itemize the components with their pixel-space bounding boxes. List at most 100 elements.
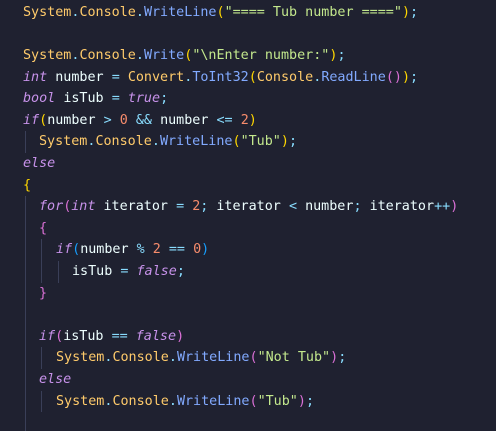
token-variable: number xyxy=(160,112,209,128)
token-keyword: false xyxy=(136,264,177,279)
token-method: ReadLine xyxy=(321,69,386,85)
indent-guide xyxy=(25,196,26,218)
token-variable: iterator xyxy=(103,199,169,215)
indent-guide xyxy=(41,261,42,283)
token-semicolon: ; xyxy=(160,91,169,107)
token-number: 2 xyxy=(152,242,161,258)
token-string: "Not Tub" xyxy=(257,350,331,366)
token-operator: < xyxy=(288,199,297,215)
code-line[interactable]: else xyxy=(0,153,496,175)
token-brace: { xyxy=(39,220,48,236)
code-line[interactable]: else xyxy=(0,369,496,391)
code-content: System.Console.WriteLine("Not Tub"); xyxy=(56,347,346,369)
token-keyword: false xyxy=(135,328,177,344)
code-line[interactable]: System.Console.WriteLine("Tub"); xyxy=(0,390,496,413)
token-paren: ( xyxy=(72,242,81,258)
token-paren: ) xyxy=(450,199,459,215)
code-content: else xyxy=(23,153,55,175)
token-string: "Tub" xyxy=(257,393,298,409)
code-line[interactable]: bool isTub = true; xyxy=(0,88,496,110)
code-line[interactable]: System.Console.WriteLine("Not Tub"); xyxy=(0,347,496,369)
code-line[interactable]: System.Console.WriteLine("Tub"); xyxy=(0,131,496,153)
indent-guide xyxy=(25,217,26,240)
token-keyword: else xyxy=(23,156,56,171)
token-paren: ) xyxy=(280,134,289,150)
token-dot: . xyxy=(135,48,144,63)
token-variable: number xyxy=(80,242,129,258)
token-paren: ) xyxy=(176,328,185,344)
code-line[interactable]: int number = Convert.ToInt32(Console.Rea… xyxy=(0,67,496,89)
token-paren: ( xyxy=(55,328,64,344)
token-semicolon: ; xyxy=(337,48,346,63)
token-class: System xyxy=(56,393,105,409)
code-content: else xyxy=(39,369,71,391)
token-keyword: if xyxy=(23,112,40,128)
token-paren: ) xyxy=(201,242,210,258)
code-line[interactable]: isTub = false; xyxy=(0,261,496,283)
token-class: Console xyxy=(256,69,314,85)
token-brace: { xyxy=(23,177,32,193)
token-class: System xyxy=(23,48,72,63)
code-content: if(number > 0 && number <= 2) xyxy=(23,110,257,132)
token-class: Console xyxy=(112,350,169,366)
token-class: System xyxy=(56,350,105,366)
code-editor[interactable]: System.Console.WriteLine("==== Tub numbe… xyxy=(0,0,496,431)
token-operator: <= xyxy=(216,112,233,128)
indent-guide xyxy=(58,261,59,283)
code-line[interactable] xyxy=(0,304,496,326)
token-keyword: if xyxy=(39,328,56,344)
token-method: WriteLine xyxy=(176,393,250,409)
token-paren: ( xyxy=(249,393,258,409)
token-keyword: int xyxy=(23,69,48,85)
token-dot: . xyxy=(168,393,177,409)
code-line[interactable]: if(number > 0 && number <= 2) xyxy=(0,110,496,132)
token-paren: ( xyxy=(216,5,225,20)
token-operator: = xyxy=(111,91,120,107)
token-dot: . xyxy=(151,134,160,150)
token-paren: ) xyxy=(401,5,410,20)
token-class: Console xyxy=(112,393,169,409)
token-operator: ++ xyxy=(434,199,451,215)
code-line[interactable]: if(isTub == false) xyxy=(0,325,496,348)
indent-guide xyxy=(25,325,26,348)
token-paren: ( xyxy=(39,112,48,128)
indent-guide xyxy=(41,390,42,413)
token-keyword: for xyxy=(39,199,64,215)
code-line[interactable]: } xyxy=(0,282,496,305)
code-line[interactable]: { xyxy=(0,217,496,240)
code-content: System.Console.WriteLine("==== Tub numbe… xyxy=(23,2,418,24)
token-operator: > xyxy=(103,112,112,128)
code-line[interactable]: System.Console.WriteLine("==== Tub numbe… xyxy=(0,2,496,24)
indent-guide xyxy=(41,347,42,369)
code-content: { xyxy=(39,218,47,240)
token-paren: ( xyxy=(249,350,258,366)
code-line[interactable]: if(number % 2 == 0) xyxy=(0,239,496,261)
token-paren: ) xyxy=(330,350,339,366)
token-operator: == xyxy=(111,328,128,344)
token-variable: isTub xyxy=(63,328,104,344)
indent-guide xyxy=(25,347,26,369)
indent-guide xyxy=(25,261,26,283)
indent-guide xyxy=(41,239,42,261)
code-content: System.Console.Write("\nEnter number:"); xyxy=(23,45,346,67)
token-semicolon: ; xyxy=(353,199,362,215)
token-string: "\nEnter number:" xyxy=(192,48,330,63)
token-keyword: else xyxy=(39,372,72,387)
code-line[interactable] xyxy=(0,412,496,431)
token-method: WriteLine xyxy=(143,5,217,20)
token-semicolon: ; xyxy=(410,69,419,85)
token-variable: number xyxy=(305,199,354,215)
token-paren: ( xyxy=(232,134,241,150)
code-content: int number = Convert.ToInt32(Console.Rea… xyxy=(23,67,418,89)
token-semicolon: ; xyxy=(200,199,209,215)
token-class: System xyxy=(23,5,72,20)
code-line[interactable]: System.Console.Write("\nEnter number:"); xyxy=(0,45,496,67)
code-content: if(number % 2 == 0) xyxy=(56,239,209,261)
code-line[interactable]: { xyxy=(0,175,496,197)
token-number: 2 xyxy=(240,112,249,128)
code-line[interactable]: for(int iterator = 2; iterator < number;… xyxy=(0,196,496,218)
token-dot: . xyxy=(168,350,177,366)
token-keyword: true xyxy=(127,91,161,107)
token-string: "==== Tub number ====" xyxy=(224,5,402,20)
token-string: "Tub" xyxy=(240,134,281,150)
